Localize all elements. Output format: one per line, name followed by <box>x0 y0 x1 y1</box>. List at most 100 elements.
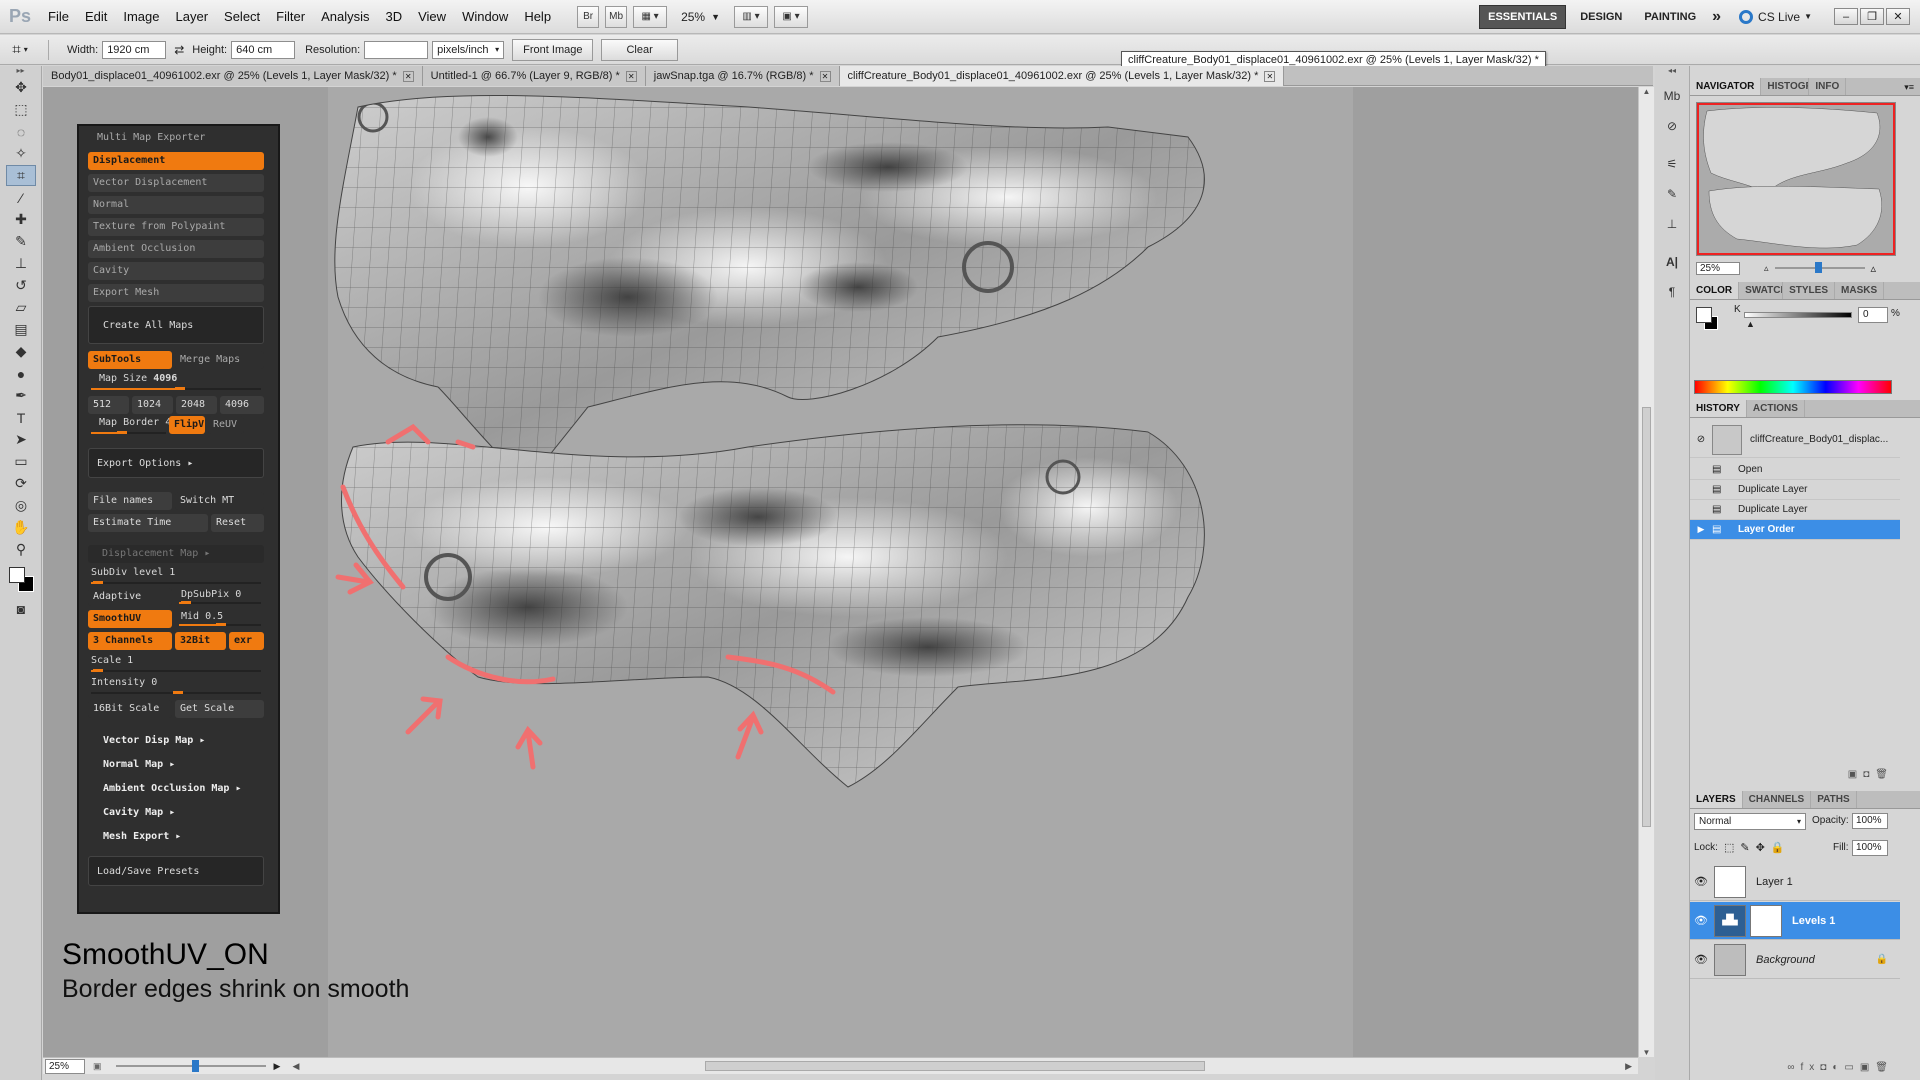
cs-live-button[interactable]: CS Live ▼ <box>1739 9 1812 24</box>
opacity-input[interactable]: 100% <box>1852 813 1888 829</box>
blend-mode-select[interactable]: Normal ▾ <box>1694 813 1806 830</box>
intensity-track[interactable] <box>91 691 261 694</box>
horizontal-scroll-thumb[interactable] <box>705 1061 1206 1071</box>
tab-navigator[interactable]: NAVIGATOR <box>1690 78 1762 95</box>
brush-icon[interactable]: ✎ <box>1660 182 1684 206</box>
navigator-preview[interactable] <box>1696 102 1896 256</box>
close-icon[interactable]: ✕ <box>1264 70 1276 82</box>
panel-menu-icon[interactable]: ▾≡ <box>1904 78 1920 95</box>
channels-toggle[interactable]: 3 Channels <box>88 632 172 650</box>
close-icon[interactable]: ✕ <box>402 70 414 82</box>
map-border-slider[interactable]: Map Border 4 <box>99 417 171 428</box>
scroll-up-icon[interactable]: ▲ <box>1639 87 1654 96</box>
adaptive-toggle[interactable]: Adaptive <box>88 588 172 606</box>
eyedropper-tool-icon[interactable]: ⁄ <box>6 187 36 208</box>
new-snapshot-icon[interactable]: ◘ <box>1863 769 1875 780</box>
displacement-map-header[interactable]: Displacement Map ▸ <box>88 545 264 563</box>
size-512-button[interactable]: 512 <box>88 396 129 414</box>
close-button[interactable]: ✕ <box>1886 8 1910 25</box>
subtools-toggle[interactable]: SubTools <box>88 351 172 369</box>
type-tool-icon[interactable]: T <box>6 407 36 428</box>
vector-displacement-toggle[interactable]: Vector Displacement <box>88 174 264 192</box>
smoothuv-toggle[interactable]: SmoothUV <box>88 610 172 628</box>
link-layers-icon[interactable]: ∞ <box>1787 1062 1800 1073</box>
tab-history[interactable]: HISTORY <box>1690 400 1747 417</box>
normal-map-menu[interactable]: Normal Map ▸ <box>103 759 175 770</box>
document-canvas[interactable] <box>328 87 1353 1057</box>
export-options-button[interactable]: Export Options ▸ <box>88 448 264 478</box>
history-item-layer-order[interactable]: ▶ ▤ Layer Order <box>1690 520 1900 540</box>
document-info-icon[interactable]: ▣ <box>93 1061 102 1072</box>
workspace-design[interactable]: DESIGN <box>1572 5 1630 29</box>
texture-from-polypaint-toggle[interactable]: Texture from Polypaint <box>88 218 264 236</box>
status-zoom-input[interactable]: 25% <box>45 1058 85 1074</box>
menu-window[interactable]: Window <box>454 0 516 34</box>
layer-style-icon[interactable]: fx <box>1801 1062 1821 1073</box>
move-tool-icon[interactable]: ✥ <box>6 77 36 98</box>
ambient-occlusion-toggle[interactable]: Ambient Occlusion <box>88 240 264 258</box>
switch-mt-toggle[interactable]: Switch MT <box>175 492 264 510</box>
front-image-button[interactable]: Front Image <box>512 38 594 61</box>
mini-bridge-icon[interactable]: Mb <box>1660 84 1684 108</box>
toolbox-collapse-icon[interactable]: ▸▸ <box>0 66 41 76</box>
size-1024-button[interactable]: 1024 <box>132 396 173 414</box>
merge-maps-toggle[interactable]: Merge Maps <box>175 351 264 369</box>
menu-help[interactable]: Help <box>516 0 559 34</box>
tab-info[interactable]: INFO <box>1809 78 1847 95</box>
character-icon[interactable]: A| <box>1660 250 1684 274</box>
mid-slider[interactable]: Mid 0.5 <box>181 611 223 622</box>
tab-color[interactable]: COLOR <box>1690 282 1740 299</box>
paragraph-icon[interactable]: ¶ <box>1660 280 1684 304</box>
tab-swatches[interactable]: SWATCHES <box>1739 282 1784 299</box>
cavity-toggle[interactable]: Cavity <box>88 262 264 280</box>
cavity-map-menu[interactable]: Cavity Map ▸ <box>103 807 175 818</box>
menu-layer[interactable]: Layer <box>168 0 217 34</box>
get-scale-button[interactable]: Get Scale <box>175 700 264 718</box>
32bit-toggle[interactable]: 32Bit <box>175 632 226 650</box>
menu-select[interactable]: Select <box>216 0 268 34</box>
bridge-button[interactable]: Br <box>577 5 600 28</box>
color-panel-swatches[interactable] <box>1694 304 1720 334</box>
close-icon[interactable]: ✕ <box>819 70 831 82</box>
visibility-eye-icon[interactable]: 👁 <box>1690 914 1712 927</box>
screen-mode-button[interactable]: ▣ ▾ <box>774 5 809 28</box>
map-border-track[interactable] <box>91 431 166 434</box>
history-brush-source-icon[interactable]: ⊘ <box>1690 434 1712 445</box>
add-mask-icon[interactable]: ◘ <box>1820 1062 1832 1073</box>
history-icon[interactable]: ⊘ <box>1660 114 1684 138</box>
reuv-toggle[interactable]: ReUV <box>208 416 244 434</box>
more-workspaces-button[interactable]: » <box>1704 5 1729 29</box>
pen-tool-icon[interactable]: ✒ <box>6 385 36 406</box>
swap-dimensions-icon[interactable]: ⇄ <box>174 43 184 57</box>
scroll-right-icon[interactable]: ▶ <box>1625 1061 1632 1072</box>
menu-3d[interactable]: 3D <box>377 0 410 34</box>
tab-actions[interactable]: ACTIONS <box>1747 400 1805 417</box>
tool-preset-picker[interactable]: ⌗ ▾ <box>0 41 40 58</box>
flipv-toggle[interactable]: FlipV <box>169 416 205 434</box>
history-item-duplicate-layer-2[interactable]: ▤ Duplicate Layer <box>1690 500 1900 520</box>
mid-track[interactable] <box>179 623 261 626</box>
3d-rotate-tool-icon[interactable]: ⟳ <box>6 473 36 494</box>
subdiv-level-slider[interactable]: SubDiv level 1 <box>91 567 175 578</box>
tab-jawsnap[interactable]: jawSnap.tga @ 16.7% (RGB/8) * ✕ <box>645 66 840 86</box>
status-zoom-thumb[interactable] <box>191 1060 199 1072</box>
width-input[interactable]: 1920 cm <box>102 40 167 59</box>
size-2048-button[interactable]: 2048 <box>176 396 217 414</box>
layer-row-layer-1[interactable]: 👁 Layer 1 <box>1690 863 1900 901</box>
k-channel-slider[interactable] <box>1744 312 1852 318</box>
menu-file[interactable]: File <box>40 0 77 34</box>
export-mesh-toggle[interactable]: Export Mesh <box>88 284 264 302</box>
layers-panel-buttons[interactable]: ∞fx◘◐▭▣🗑 <box>1690 1062 1900 1078</box>
eraser-tool-icon[interactable]: ▱ <box>6 297 36 318</box>
tab-body01-displace[interactable]: Body01_displace01_40961002.exr @ 25% (Le… <box>43 66 423 86</box>
history-item-duplicate-layer[interactable]: ▤ Duplicate Layer <box>1690 480 1900 500</box>
dock-collapse-icon[interactable]: ◂◂ <box>1655 66 1689 78</box>
zoom-out-icon[interactable]: ▵ <box>1764 263 1769 274</box>
minimize-button[interactable]: – <box>1834 8 1858 25</box>
adjustment-layer-icon[interactable]: ◐ <box>1832 1062 1844 1073</box>
scale-track[interactable] <box>91 669 261 672</box>
tab-cliffcreature-active[interactable]: cliffCreature_Body01_displace01_40961002… <box>839 66 1285 86</box>
quick-select-tool-icon[interactable]: ✧ <box>6 143 36 164</box>
lock-transparency-icon[interactable]: ⬚ <box>1724 842 1740 854</box>
history-item-open[interactable]: ▤ Open <box>1690 460 1900 480</box>
